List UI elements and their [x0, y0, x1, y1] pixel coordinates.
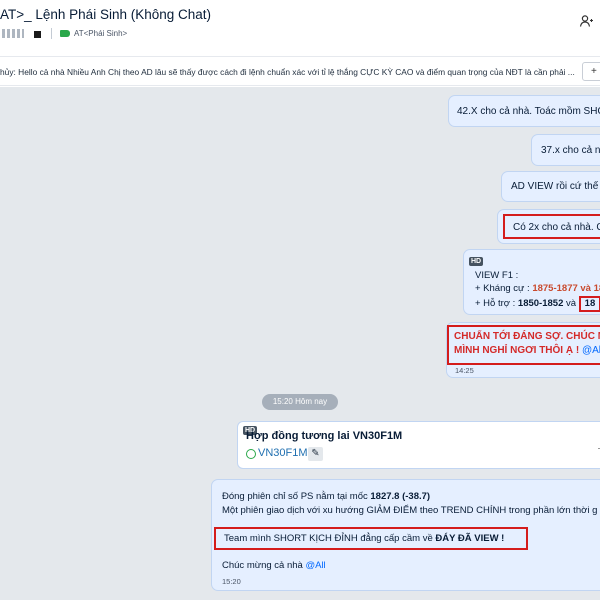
date-separator: 15:20 Hôm nay — [262, 394, 338, 410]
message-bubble[interactable]: Đóng phiên chỉ số PS nằm tại mốc 1827.8 … — [211, 479, 600, 591]
message-text: Có 2x cho cả nhà. Ch — [513, 222, 600, 233]
message-text: AD VIEW rồi cứ thế mà — [511, 181, 600, 192]
closing-value: 1827.8 (-38.7) — [370, 491, 431, 502]
tag-icon — [60, 29, 70, 37]
short-text: Team mình SHORT KỊCH ĐỈNH đẳng cấp cầm v… — [224, 533, 436, 544]
chat-area[interactable]: 42.X cho cả nhà. Toác mồm SHORT 37.x cho… — [0, 87, 600, 600]
message-bubble[interactable]: 42.X cho cả nhà. Toác mồm SHORT — [448, 95, 600, 127]
message-bubble[interactable]: Có 2x cho cả nhà. Ch — [497, 209, 600, 244]
congrats-line: Chúc mừng cả nhà @All — [222, 560, 326, 571]
pinned-message-text[interactable]: hủy: Hello cả nhà Nhiều Anh Chị theo AD … — [0, 67, 575, 77]
symbol-status-icon — [246, 449, 256, 459]
add-member-icon[interactable] — [579, 14, 593, 28]
edit-icon[interactable]: ✎ — [308, 447, 323, 461]
message-time: 15:20 — [222, 577, 241, 586]
chat-header: AT>_ Lệnh Phái Sinh (Không Chat) AT<Phái… — [0, 0, 600, 46]
resistance-value: 1875-1877 và 18 — [532, 283, 600, 294]
conversation-title[interactable]: AT>_ Lệnh Phái Sinh (Không Chat) — [0, 7, 211, 22]
resistance-label: + Kháng cự : — [475, 283, 533, 294]
pinned-expand-button[interactable]: + — [582, 62, 600, 81]
message-bubble[interactable]: 37.x cho cả nhà — [531, 134, 600, 166]
message-text: 42.X cho cả nhà. Toác mồm SHORT — [457, 106, 600, 117]
session-summary: Một phiên giao dịch với xu hướng GIẢM ĐI… — [222, 505, 598, 516]
message-bubble[interactable]: AD VIEW rồi cứ thế mà — [501, 171, 600, 202]
message-time: 14:25 — [455, 366, 474, 375]
pinned-message-bar[interactable]: hủy: Hello cả nhà Nhiều Anh Chị theo AD … — [0, 56, 600, 86]
highlight-box: Có 2x cho cả nhà. Ch — [503, 214, 600, 239]
short-bold: ĐÁY ĐÃ VIEW — [435, 533, 499, 544]
member-avatars-blurred[interactable] — [2, 28, 24, 38]
view-title: VIEW F1 : — [475, 270, 519, 281]
header-meta: AT<Phái Sinh> — [0, 26, 127, 40]
closing-line: Đóng phiên chỉ số PS nằm tại mốc 1827.8 … — [222, 491, 430, 502]
support-connector: và — [563, 298, 579, 309]
support-value: 1850-1852 — [517, 298, 564, 309]
support-line: + Hỗ trợ : 1850-1852 và 18 — [475, 296, 600, 312]
short-suffix: ! — [498, 533, 505, 544]
mention-all[interactable]: @All — [582, 345, 600, 356]
contract-title: Hợp đồng tương lai VN30F1M — [246, 430, 403, 442]
closing-text: Đóng phiên chỉ số PS nằm tại mốc — [222, 491, 371, 502]
congrats-text: Chúc mừng cả nhà — [222, 560, 306, 571]
alert-line-2-text: MÌNH NGHỈ NGƠI THÔI Ạ ! — [454, 345, 582, 356]
resistance-line: + Kháng cự : 1875-1877 và 18 — [475, 283, 600, 294]
highlight-box: Team mình SHORT KỊCH ĐỈNH đẳng cấp cầm v… — [214, 527, 528, 550]
conversation-tag[interactable]: AT<Phái Sinh> — [74, 29, 127, 38]
contract-card[interactable]: HD Hợp đồng tương lai VN30F1M VN30F1M ✎ — [237, 421, 600, 469]
support-label: + Hỗ trợ : — [475, 298, 518, 309]
view-message-bubble[interactable]: HD VIEW F1 : + Kháng cự : 1875-1877 và 1… — [463, 249, 600, 315]
alert-line-1: CHUẨN TỚI ĐÁNG SỢ. CHÚC MỪ — [454, 331, 600, 342]
contract-symbol-link[interactable]: VN30F1M — [258, 447, 308, 459]
hd-badge: HD — [469, 257, 484, 266]
message-text: 37.x cho cả nhà — [541, 145, 600, 156]
alert-line-2: MÌNH NGHỈ NGƠI THÔI Ạ ! @All — [454, 345, 600, 356]
member-avatar-blurred[interactable] — [34, 31, 41, 38]
header-divider — [51, 27, 52, 39]
alert-message-bubble[interactable]: CHUẨN TỚI ĐÁNG SỢ. CHÚC MỪ MÌNH NGHỈ NGƠ… — [446, 322, 600, 378]
mention-all[interactable]: @All — [305, 560, 325, 571]
support-highlight: 18 — [578, 296, 600, 312]
